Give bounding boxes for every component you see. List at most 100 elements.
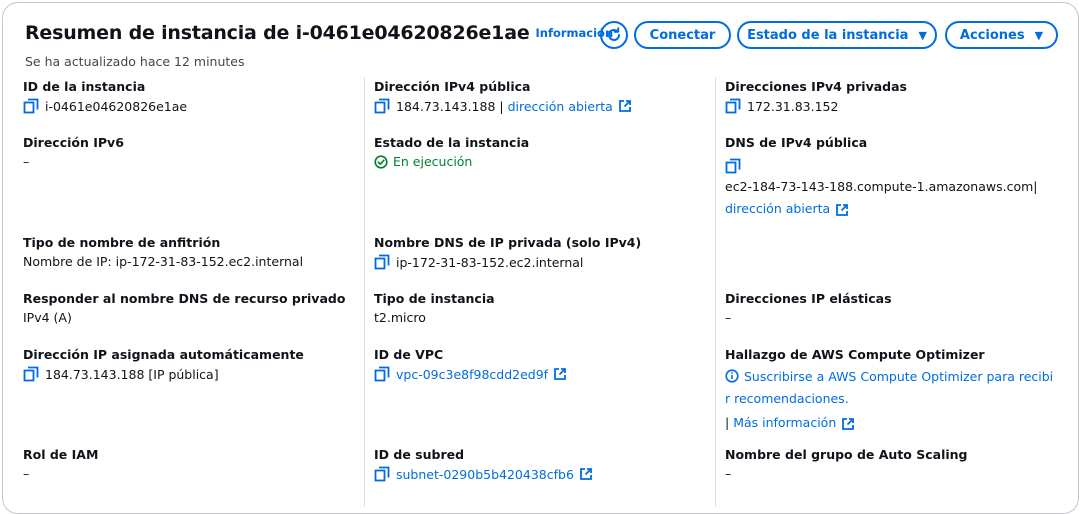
column-divider	[715, 77, 716, 507]
asg-name-value: –	[725, 466, 732, 481]
copy-icon[interactable]	[374, 98, 390, 114]
copy-icon[interactable]	[23, 98, 39, 114]
external-link-icon[interactable]	[553, 367, 567, 381]
caret-down-icon: ▼	[1034, 28, 1044, 42]
field-value: vpc-09c3e8f98cdd2ed9f	[374, 366, 567, 382]
instance-state-value: En ejecución	[393, 154, 473, 169]
field-label: ID de VPC	[374, 347, 444, 362]
field-subnet-id: ID de subred subnet-0290b5b420438cfb6	[374, 447, 593, 482]
field-label: Direcciones IPv4 privadas	[725, 79, 907, 94]
instance-summary-panel: Resumen de instancia de i-0461e04620826e…	[2, 2, 1079, 514]
instance-state-status: En ejecución	[374, 154, 529, 169]
check-circle-icon	[374, 154, 388, 169]
elastic-ip-value: –	[725, 310, 732, 325]
field-ipv6: Dirección IPv6 –	[23, 135, 124, 169]
title-text: Resumen de instancia de i-0461e04620826e…	[25, 22, 530, 44]
copy-icon[interactable]	[725, 98, 741, 114]
field-public-ipv4: Dirección IPv4 pública 184.73.143.188 | …	[374, 79, 632, 114]
field-value: 172.31.83.152	[725, 98, 907, 114]
connect-button[interactable]: Conectar	[634, 21, 731, 49]
iam-role-value: –	[23, 466, 30, 481]
field-label: ID de subred	[374, 447, 465, 462]
field-resource-dns: Responder al nombre DNS de recurso priva…	[23, 291, 345, 325]
field-iam-role: Rol de IAM –	[23, 447, 98, 481]
optimizer-subscribe-link[interactable]: Suscribirse a AWS Compute Optimizer para…	[725, 366, 1070, 388]
copy-icon[interactable]	[374, 254, 390, 270]
more-info-link[interactable]: Más información	[733, 415, 836, 430]
instance-state-dropdown[interactable]: Estado de la instancia ▼	[737, 21, 937, 49]
field-label: Hallazgo de AWS Compute Optimizer	[725, 347, 985, 362]
field-label: Rol de IAM	[23, 447, 99, 462]
auto-ip-value: 184.73.143.188 [IP pública]	[45, 366, 219, 382]
info-icon	[725, 369, 739, 383]
hostname-type-value: Nombre de IP: ip-172-31-83-152.ec2.inter…	[23, 254, 304, 269]
field-instance-state: Estado de la instancia En ejecución	[374, 135, 529, 169]
external-link-icon[interactable]	[841, 417, 855, 431]
column-divider	[364, 77, 365, 507]
external-link-icon[interactable]	[618, 99, 632, 113]
instance-state-dropdown-label: Estado de la instancia	[747, 27, 909, 43]
field-label: Dirección IPv4 pública	[374, 79, 531, 94]
last-updated-text: Se ha actualizado hace 12 minutes	[25, 54, 245, 69]
refresh-button[interactable]	[600, 21, 628, 49]
field-public-dns: DNS de IPv4 pública ec2-184-73-143-188.c…	[725, 135, 1070, 220]
private-dns-value: ip-172-31-83-152.ec2.internal	[396, 254, 584, 270]
field-value: subnet-0290b5b420438cfb6	[374, 466, 593, 482]
separator: |	[725, 415, 730, 430]
field-asg-name: Nombre del grupo de Auto Scaling –	[725, 447, 968, 481]
instance-id-value: i-0461e04620826e1ae	[45, 98, 188, 114]
copy-icon[interactable]	[374, 466, 390, 482]
caret-down-icon: ▼	[918, 28, 927, 42]
field-label: ID de la instancia	[23, 79, 146, 94]
actions-dropdown[interactable]: Acciones ▼	[945, 21, 1058, 49]
external-link-icon[interactable]	[835, 203, 849, 217]
copy-icon[interactable]	[725, 158, 741, 174]
field-label: Tipo de nombre de anfitrión	[23, 235, 221, 250]
field-instance-id: ID de la instancia i-0461e04620826e1ae	[23, 79, 187, 114]
public-dns-value: ec2-184-73-143-188.compute-1.amazonaws.c…	[725, 179, 1034, 194]
field-label: Tipo de instancia	[374, 291, 495, 306]
field-label: Dirección IP asignada automáticamente	[23, 347, 304, 362]
separator: |	[1033, 179, 1038, 194]
field-label: Direcciones IP elásticas	[725, 291, 892, 306]
refresh-icon	[608, 27, 620, 41]
separator: |	[499, 98, 504, 114]
field-auto-ip: Dirección IP asignada automáticamente 18…	[23, 347, 304, 382]
field-compute-optimizer: Hallazgo de AWS Compute Optimizer Suscri…	[725, 347, 1070, 434]
open-address-link[interactable]: dirección abierta	[725, 201, 830, 216]
field-label: Estado de la instancia	[374, 135, 530, 150]
page-title: Resumen de instancia de i-0461e04620826e…	[25, 22, 613, 44]
field-value: 184.73.143.188 | dirección abierta	[374, 98, 632, 114]
private-ipv4-value: 172.31.83.152	[747, 98, 839, 114]
copy-icon[interactable]	[23, 366, 39, 382]
field-value: Suscribirse a AWS Compute Optimizer para…	[725, 366, 1070, 434]
field-hostname-type: Tipo de nombre de anfitrión Nombre de IP…	[23, 235, 303, 269]
field-value: ec2-184-73-143-188.compute-1.amazonaws.c…	[725, 154, 1070, 220]
ipv6-value: –	[23, 154, 30, 169]
field-private-dns: Nombre DNS de IP privada (solo IPv4) ip-…	[374, 235, 641, 270]
open-address-link[interactable]: dirección abierta	[508, 99, 613, 114]
field-private-ipv4: Direcciones IPv4 privadas 172.31.83.152	[725, 79, 907, 114]
connect-button-label: Conectar	[649, 27, 716, 43]
vpc-id-link[interactable]: vpc-09c3e8f98cdd2ed9f	[396, 367, 548, 382]
field-label: Nombre del grupo de Auto Scaling	[725, 447, 968, 462]
resource-dns-value: IPv4 (A)	[23, 310, 72, 325]
public-ipv4-value: 184.73.143.188	[396, 98, 496, 114]
field-value: i-0461e04620826e1ae	[23, 98, 187, 114]
external-link-icon[interactable]	[579, 467, 593, 481]
field-elastic-ip: Direcciones IP elásticas –	[725, 291, 892, 325]
actions-dropdown-label: Acciones	[959, 27, 1025, 43]
field-label: Nombre DNS de IP privada (solo IPv4)	[374, 235, 642, 250]
copy-icon[interactable]	[374, 366, 390, 382]
instance-type-value: t2.micro	[374, 310, 426, 325]
field-value: 184.73.143.188 [IP pública]	[23, 366, 304, 382]
optimizer-line-1: Suscribirse a AWS Compute Optimizer para…	[744, 369, 1054, 384]
field-label: Responder al nombre DNS de recurso priva…	[23, 291, 346, 306]
field-label: DNS de IPv4 pública	[725, 135, 868, 150]
field-value: ip-172-31-83-152.ec2.internal	[374, 254, 641, 270]
field-vpc-id: ID de VPC vpc-09c3e8f98cdd2ed9f	[374, 347, 567, 382]
field-label: Dirección IPv6	[23, 135, 124, 150]
subnet-id-link[interactable]: subnet-0290b5b420438cfb6	[396, 467, 574, 482]
optimizer-line-2[interactable]: r recomendaciones.	[725, 388, 1070, 410]
field-instance-type: Tipo de instancia t2.micro	[374, 291, 495, 325]
